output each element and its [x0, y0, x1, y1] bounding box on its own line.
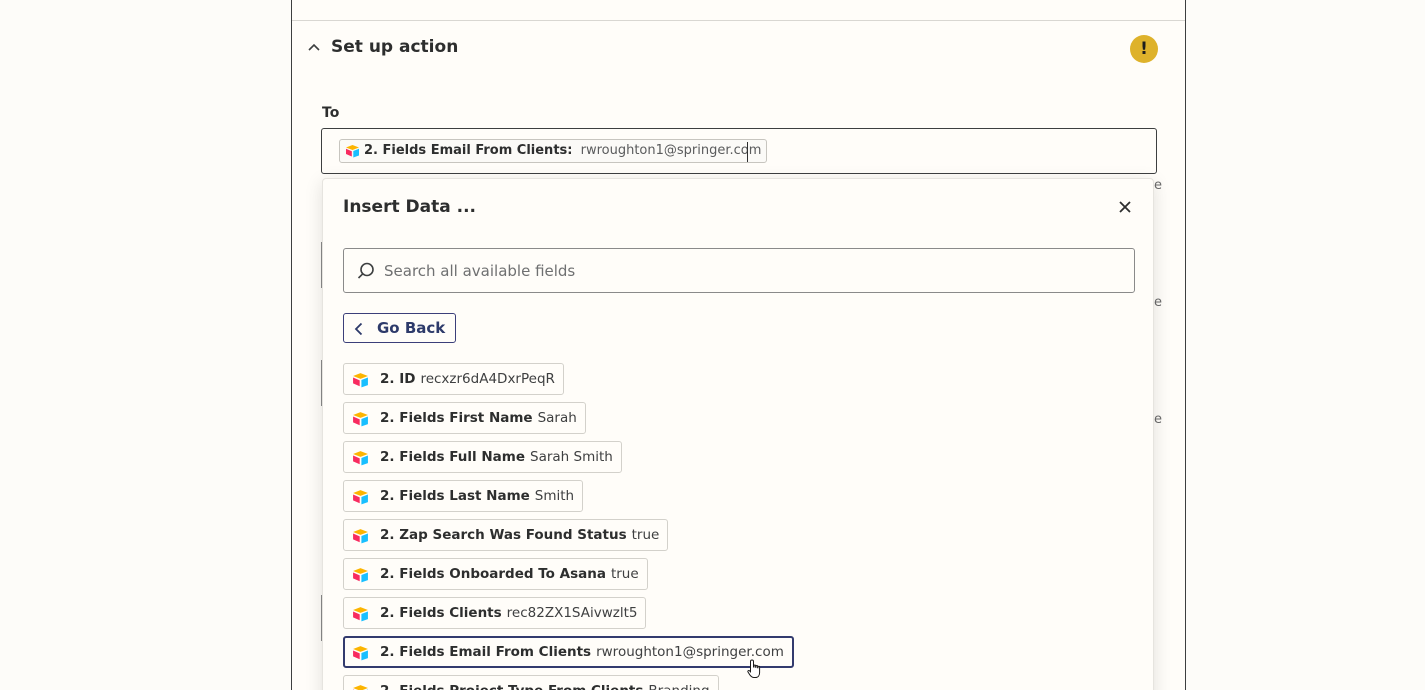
data-item-key: 2. Fields Project Type From Clients: [380, 683, 643, 690]
data-item-value: rec82ZX1SAivwzlt5: [506, 605, 638, 621]
data-item[interactable]: 2. ID recxzr6dA4DxrPeqR: [343, 363, 564, 395]
data-item-key: 2. Fields Email From Clients: [380, 644, 592, 660]
airtable-icon: [353, 412, 368, 427]
data-item-row: 2. Fields Email From Clients rwroughton1@…: [343, 636, 794, 675]
data-item[interactable]: 2. Fields Full Name Sarah Smith: [343, 441, 622, 473]
data-item-value: rwroughton1@springer.com: [596, 644, 784, 660]
data-item[interactable]: 2. Fields Email From Clients rwroughton1@…: [343, 636, 794, 668]
airtable-icon: [353, 451, 368, 466]
search-icon: [357, 262, 374, 279]
data-item-value: Sarah: [537, 410, 577, 426]
setup-action-header[interactable]: Set up action !: [292, 22, 1185, 72]
data-item[interactable]: 2. Fields Onboarded To Asana true: [343, 558, 648, 590]
to-field-label: To: [322, 105, 340, 121]
go-back-button[interactable]: Go Back: [343, 313, 457, 343]
data-item[interactable]: 2. Fields First Name Sarah: [343, 402, 586, 434]
data-item-key: 2. ID: [380, 371, 416, 387]
chevron-left-icon: [354, 322, 363, 336]
data-item-row: 2. Fields First Name Sarah: [343, 402, 794, 441]
data-item-value: true: [610, 566, 639, 582]
text-caret: [747, 142, 748, 162]
data-item[interactable]: 2. Zap Search Was Found Status true: [343, 519, 669, 551]
data-item-key: 2. Zap Search Was Found Status: [380, 527, 627, 543]
chevron-up-icon[interactable]: [308, 42, 320, 54]
go-back-label: Go Back: [377, 319, 446, 337]
data-item-value: recxzr6dA4DxrPeqR: [420, 371, 555, 387]
airtable-icon: [353, 685, 368, 690]
to-field-input[interactable]: 2. Fields Email From Clients: rwroughton…: [321, 128, 1157, 174]
data-item-value: true: [631, 527, 660, 543]
section-title: Set up action: [331, 37, 459, 57]
data-item-key: 2. Fields Onboarded To Asana: [380, 566, 606, 582]
airtable-icon: [353, 529, 368, 544]
data-item-value: Branding: [648, 683, 709, 690]
data-item-row: 2. Fields Last Name Smith: [343, 480, 794, 519]
data-item-row: 2. Zap Search Was Found Status true: [343, 519, 794, 558]
close-icon[interactable]: [1115, 197, 1135, 217]
search-fields-box[interactable]: [343, 248, 1135, 293]
data-item-value: Smith: [534, 488, 575, 504]
hidden-field-hint: e: [1154, 295, 1162, 310]
warning-icon: !: [1130, 35, 1158, 63]
data-item[interactable]: 2. Fields Last Name Smith: [343, 480, 584, 512]
data-item-row: 2. Fields Onboarded To Asana true: [343, 558, 794, 597]
data-item-key: 2. Fields First Name: [380, 410, 533, 426]
data-item-row: 2. Fields Clients rec82ZX1SAivwzlt5: [343, 597, 794, 636]
insert-data-dropdown: Insert Data ... Go Back 2. IDrecxzr6dA4D…: [322, 178, 1154, 690]
airtable-icon: [353, 646, 368, 661]
airtable-icon: [353, 373, 368, 388]
airtable-icon: [346, 145, 359, 158]
hidden-field-hint: e: [1154, 178, 1162, 193]
data-item-key: 2. Fields Clients: [380, 605, 502, 621]
data-item[interactable]: 2. Fields Project Type From Clients Brand…: [343, 675, 719, 690]
data-item-row: 2. Fields Full Name Sarah Smith: [343, 441, 794, 480]
data-item[interactable]: 2. Fields Clients rec82ZX1SAivwzlt5: [343, 597, 647, 629]
data-item-value: Sarah Smith: [530, 449, 613, 465]
pill-value: rwroughton1@springer.com: [580, 143, 762, 158]
airtable-icon: [353, 568, 368, 583]
airtable-icon: [353, 490, 368, 505]
data-item-list: 2. ID recxzr6dA4DxrPeqR 2. Fields First Na…: [343, 363, 794, 690]
data-item-row: 2. Fields Project Type From Clients Brand…: [343, 675, 794, 690]
search-input[interactable]: [384, 249, 1124, 292]
pill-key: 2. Fields Email From Clients:: [364, 143, 573, 158]
hidden-field-hint: e: [1154, 412, 1162, 427]
insert-data-title: Insert Data ...: [343, 197, 476, 217]
data-item-row: 2. ID recxzr6dA4DxrPeqR: [343, 363, 794, 402]
data-pill-email[interactable]: 2. Fields Email From Clients: rwroughton…: [339, 139, 768, 163]
data-item-key: 2. Fields Full Name: [380, 449, 525, 465]
data-item-key: 2. Fields Last Name: [380, 488, 530, 504]
hand-pointer-cursor: [747, 659, 761, 678]
previous-step-header[interactable]: [292, 0, 1185, 21]
airtable-icon: [353, 607, 368, 622]
